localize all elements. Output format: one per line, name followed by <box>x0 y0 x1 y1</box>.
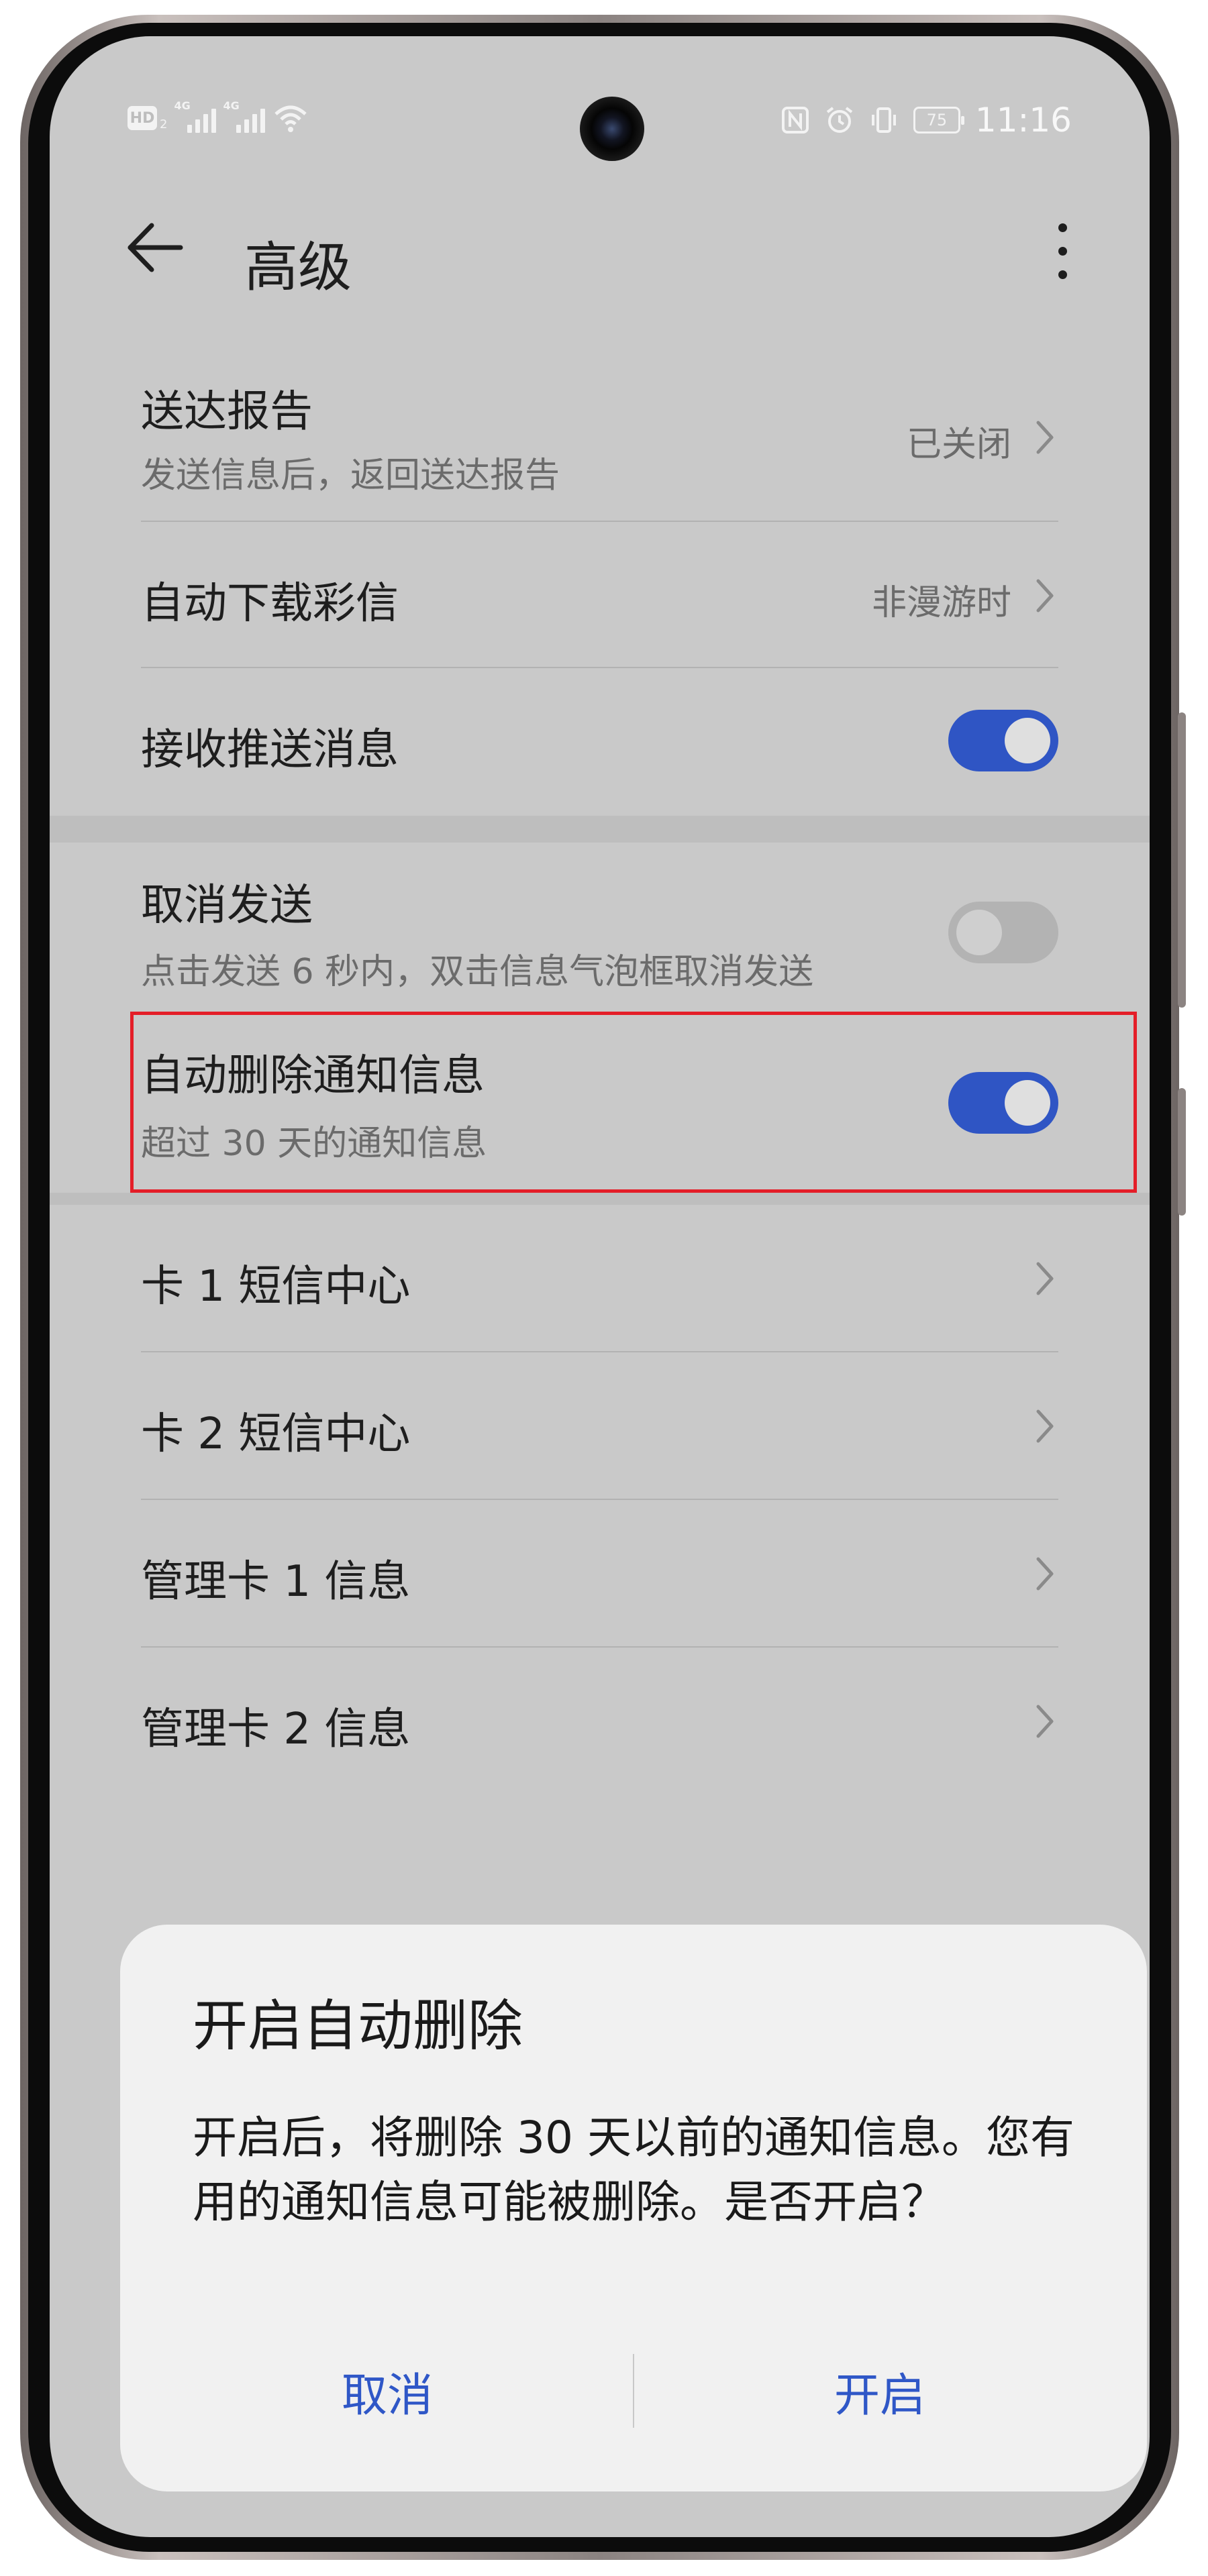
signal-icon: 4G <box>174 99 217 133</box>
setting-subtitle: 点击发送 6 秒内，双击信息气泡框取消发送 <box>141 952 814 992</box>
setting-title: 接收推送消息 <box>141 725 399 775</box>
status-right: 75 11:16 <box>781 101 1072 140</box>
setting-title: 自动下载彩信 <box>141 579 399 629</box>
setting-title: 卡 2 短信中心 <box>141 1409 411 1459</box>
phone-bezel: HD 2 4G 4G 75 11:16 高级 送达报告 发送信息后，返回送达报告… <box>28 23 1171 2552</box>
receive-push-toggle[interactable] <box>948 710 1058 771</box>
more-options-icon[interactable] <box>1042 214 1083 288</box>
setting-auto-download-mms[interactable]: 自动下载彩信 非漫游时 <box>50 522 1150 667</box>
chevron-right-icon <box>1036 1409 1054 1443</box>
section-separator <box>50 1193 1150 1205</box>
signal-icon-2: 4G <box>223 99 266 133</box>
dialog-button-divider <box>633 2354 634 2428</box>
app-header: 高级 <box>50 177 1150 299</box>
chevron-right-icon <box>1036 1262 1054 1295</box>
setting-subtitle: 发送信息后，返回送达报告 <box>141 455 560 496</box>
setting-title: 卡 1 短信中心 <box>141 1262 411 1311</box>
setting-value: 非漫游时 <box>871 583 1011 623</box>
setting-manage-card2[interactable]: 管理卡 2 信息 <box>50 1648 1150 1794</box>
chevron-right-icon <box>1036 421 1054 454</box>
volume-button <box>1178 712 1186 1008</box>
confirm-dialog: 开启自动删除 开启后，将删除 30 天以前的通知信息。您有用的通知信息可能被删除… <box>120 1925 1147 2491</box>
network-type-label-2: 4G <box>223 99 240 112</box>
setting-value: 已关闭 <box>906 425 1011 465</box>
setting-card1-sms-center[interactable]: 卡 1 短信中心 <box>50 1205 1150 1351</box>
network-type-label: 4G <box>174 99 191 112</box>
setting-card2-sms-center[interactable]: 卡 2 短信中心 <box>50 1352 1150 1499</box>
alarm-icon <box>826 107 853 133</box>
dialog-title: 开启自动删除 <box>193 1994 523 2058</box>
status-bar: HD 2 4G 4G 75 11:16 <box>50 36 1150 161</box>
section-separator <box>50 816 1150 843</box>
battery-icon: 75 <box>913 107 964 133</box>
setting-title: 管理卡 1 信息 <box>141 1557 411 1607</box>
chevron-right-icon <box>1036 579 1054 612</box>
chevron-right-icon <box>1036 1557 1054 1591</box>
chevron-right-icon <box>1036 1705 1054 1738</box>
setting-title: 取消发送 <box>141 881 313 930</box>
back-arrow-icon[interactable] <box>117 211 191 284</box>
status-left: HD 2 4G 4G <box>128 99 308 133</box>
wifi-icon <box>274 105 307 132</box>
setting-delivery-report[interactable]: 送达报告 发送信息后，返回送达报告 已关闭 <box>50 365 1150 519</box>
highlight-box <box>130 1012 1137 1193</box>
hd-badge: HD <box>128 106 157 130</box>
setting-manage-card1[interactable]: 管理卡 1 信息 <box>50 1500 1150 1646</box>
setting-cancel-send: 取消发送 点击发送 6 秒内，双击信息气泡框取消发送 <box>50 843 1150 1010</box>
dialog-confirm-button[interactable]: 开启 <box>645 2354 1115 2428</box>
status-time: 11:16 <box>974 101 1072 140</box>
cancel-send-toggle[interactable] <box>948 902 1058 963</box>
dialog-cancel-button[interactable]: 取消 <box>152 2354 622 2428</box>
front-camera <box>580 97 644 161</box>
page-title: 高级 <box>244 236 352 299</box>
setting-title: 管理卡 2 信息 <box>141 1705 411 1754</box>
power-button <box>1178 1088 1186 1216</box>
nfc-icon <box>781 107 809 133</box>
vibrate-icon <box>871 107 896 133</box>
setting-receive-push: 接收推送消息 <box>50 668 1150 814</box>
phone-frame: HD 2 4G 4G 75 11:16 高级 送达报告 发送信息后，返回送达报告… <box>20 15 1186 2560</box>
screen: HD 2 4G 4G 75 11:16 高级 送达报告 发送信息后，返回送达报告… <box>50 36 1150 2537</box>
dialog-message: 开启后，将删除 30 天以前的通知信息。您有用的通知信息可能被删除。是否开启？ <box>193 2112 1074 2228</box>
sim-number: 2 <box>160 117 168 131</box>
setting-title: 送达报告 <box>141 387 313 437</box>
